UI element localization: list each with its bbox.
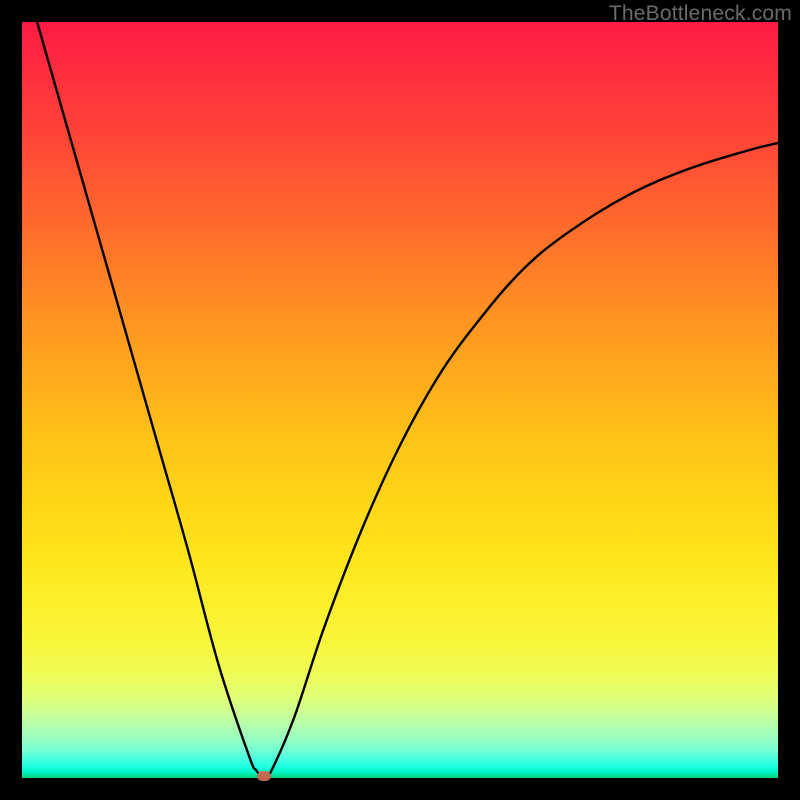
bottleneck-curve	[22, 22, 778, 778]
chart-plot-area	[22, 22, 778, 778]
watermark-text: TheBottleneck.com	[609, 2, 792, 26]
minimum-marker	[257, 771, 271, 781]
